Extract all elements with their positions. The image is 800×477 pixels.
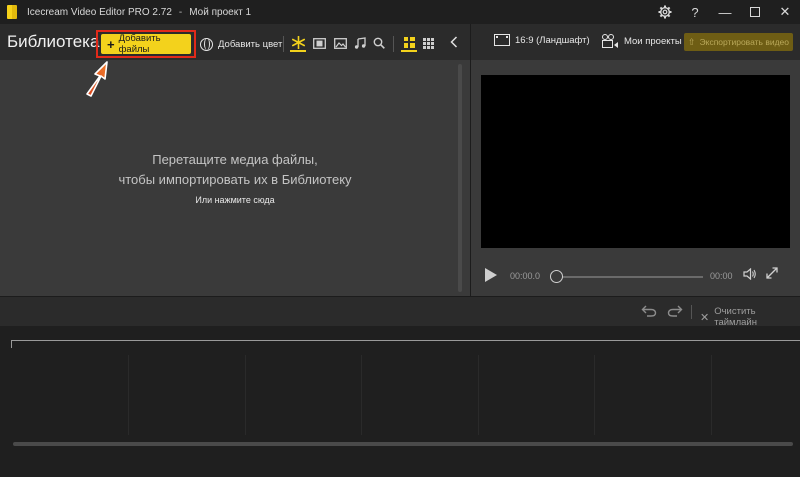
search-icon[interactable] <box>371 34 387 52</box>
clear-timeline-label: Очистить таймлайн <box>714 306 757 328</box>
title-separator: - <box>178 6 183 18</box>
minimize-icon[interactable]: — <box>710 0 740 24</box>
aspect-ratio-label: 16:9 (Ландшафт) <box>515 34 590 46</box>
small-grid-view-icon[interactable] <box>420 34 436 52</box>
toolbar-divider <box>283 36 284 52</box>
maximize-icon[interactable] <box>740 0 770 24</box>
color-globe-icon <box>200 37 213 51</box>
drop-click-link[interactable]: Или нажмите сюда <box>0 195 470 205</box>
export-label: Экспортировать видео <box>699 37 789 47</box>
title-bar: Icecream Video Editor PRO 2.72 - Мой про… <box>0 0 800 24</box>
video-camera-icon <box>602 34 618 48</box>
my-projects-label: Мои проекты <box>624 35 682 47</box>
clear-x-icon: ✕ <box>700 311 710 324</box>
annotation-arrow-icon <box>86 61 108 97</box>
help-icon[interactable]: ? <box>680 0 710 24</box>
aspect-ratio-button[interactable]: 16:9 (Ландшафт) <box>494 34 590 46</box>
window-controls: ? — ✕ <box>650 0 800 24</box>
undo-icon[interactable] <box>641 304 657 321</box>
clear-timeline-button[interactable]: ✕ Очистить таймлайн <box>700 306 800 328</box>
app-title: Icecream Video Editor PRO 2.72 <box>27 6 172 18</box>
timeline-scrollbar[interactable] <box>13 442 793 446</box>
film-ratio-icon <box>494 34 510 46</box>
video-preview <box>481 75 790 248</box>
gear-icon[interactable] <box>650 0 680 24</box>
collapse-panel-icon[interactable] <box>450 35 458 51</box>
seek-handle[interactable] <box>550 270 563 283</box>
export-video-button[interactable]: ⇧ Экспортировать видео <box>684 33 793 51</box>
drop-hint-line-1: Перетащите медиа файлы, <box>152 152 318 167</box>
export-arrow-icon: ⇧ <box>687 36 696 47</box>
timeline-gridline <box>245 355 246 435</box>
timeline-ruler-start-tick <box>11 340 12 348</box>
timeline-gridline <box>478 355 479 435</box>
library-title: Библиотека <box>7 32 100 51</box>
toolbar-divider <box>393 36 394 52</box>
image-filter-icon[interactable] <box>332 34 348 52</box>
timeline-gridline <box>711 355 712 435</box>
total-time: 00:00 <box>710 271 733 281</box>
app-logo-icon <box>7 5 17 19</box>
timeline-ruler <box>11 340 800 341</box>
close-icon[interactable]: ✕ <box>770 0 800 24</box>
timeline-gridline <box>361 355 362 435</box>
add-color-label: Добавить цвет <box>218 38 283 50</box>
large-grid-view-icon[interactable] <box>401 34 417 52</box>
add-color-button[interactable]: Добавить цвет <box>200 34 282 54</box>
timeline-area[interactable] <box>0 326 800 477</box>
all-media-filter-icon[interactable] <box>290 34 306 52</box>
timeline-toolbar-divider <box>691 305 692 319</box>
timeline-gridline <box>594 355 595 435</box>
plus-icon: + <box>107 36 115 52</box>
play-icon[interactable] <box>485 268 497 282</box>
add-files-label: Добавить файлы <box>118 33 161 55</box>
project-title: Мой проект 1 <box>189 6 252 18</box>
current-time: 00:00.0 <box>510 271 541 281</box>
video-filter-icon[interactable] <box>311 34 327 52</box>
my-projects-button[interactable]: Мои проекты <box>602 34 682 48</box>
add-files-button[interactable]: + Добавить файлы <box>101 33 191 55</box>
audio-filter-icon[interactable] <box>352 34 368 52</box>
redo-icon[interactable] <box>667 304 683 321</box>
fullscreen-icon[interactable] <box>765 266 779 283</box>
timeline-gridline <box>128 355 129 435</box>
volume-icon[interactable] <box>743 267 757 283</box>
seek-bar[interactable] <box>552 276 703 278</box>
drop-hint-line-2: чтобы импортировать их в Библиотеку <box>118 172 352 187</box>
